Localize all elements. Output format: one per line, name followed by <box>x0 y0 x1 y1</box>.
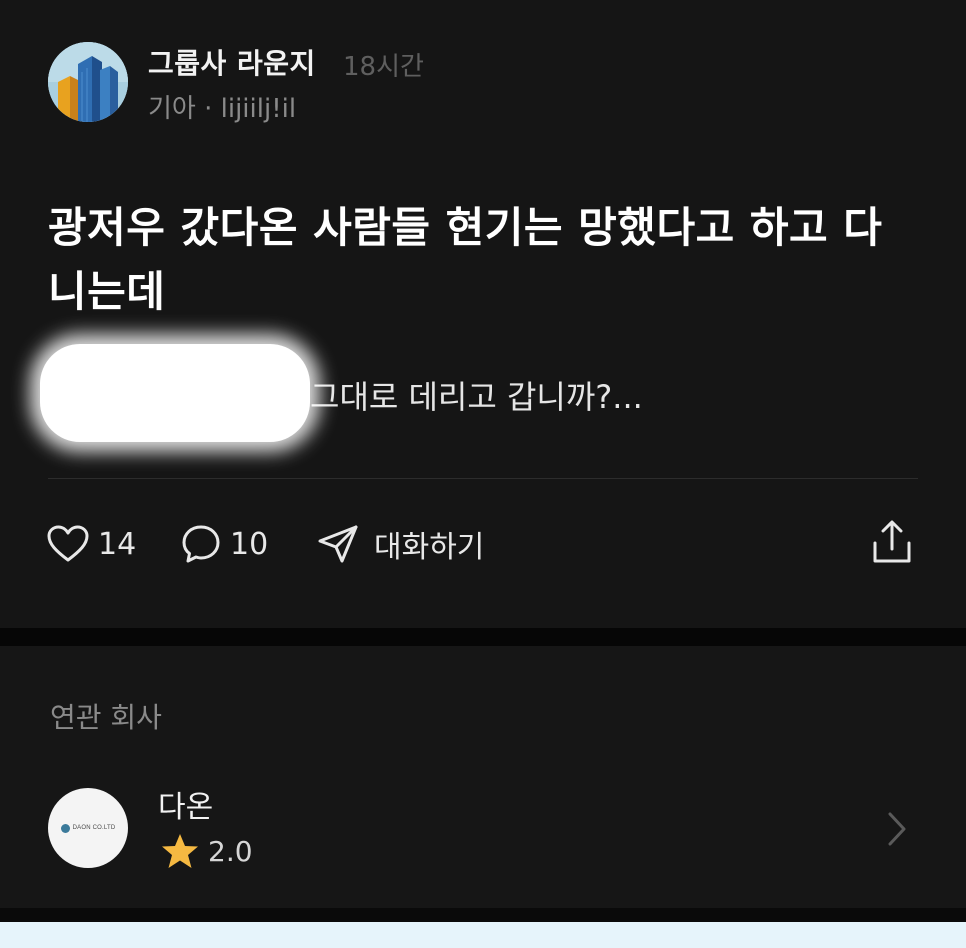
rating-value: 2.0 <box>208 834 253 868</box>
redaction-blur <box>40 344 310 442</box>
company-row-chevron[interactable] <box>884 810 910 852</box>
divider <box>48 478 918 479</box>
section-gap <box>0 628 966 646</box>
post-title[interactable]: 광저우 갔다온 사람들 현기는 망했다고 하고 다니는데 <box>48 196 908 324</box>
send-icon <box>318 525 358 563</box>
group-avatar[interactable] <box>48 42 128 122</box>
company-rating: 2.0 <box>160 832 253 870</box>
company-logo-mark <box>60 823 70 833</box>
related-section <box>0 646 966 908</box>
related-heading: 연관 회사 <box>50 701 162 734</box>
comment-icon <box>182 525 220 563</box>
company-logo-text: DAON CO.LTD <box>72 825 116 831</box>
avatar-buildings-image <box>48 42 128 122</box>
like-count: 14 <box>98 526 137 562</box>
comment-count: 10 <box>230 526 269 562</box>
post-time: 18시간 <box>343 52 424 82</box>
company-name[interactable]: 다온 <box>158 782 213 826</box>
like-button[interactable]: 14 <box>46 522 136 566</box>
company-logo[interactable]: DAON CO.LTD <box>48 788 128 868</box>
group-name[interactable]: 그룹사 라운지 <box>148 42 316 82</box>
excerpt-visible-text: 그대로 데리고 갑니까?... <box>310 378 643 416</box>
author-meta: 기아 · lijiilj!il <box>148 94 297 124</box>
share-icon <box>873 520 911 563</box>
heart-icon <box>47 525 89 562</box>
share-button[interactable] <box>870 520 914 564</box>
bottom-bar <box>0 922 966 948</box>
chevron-right-icon <box>888 812 906 846</box>
comment-button[interactable]: 10 <box>180 522 268 566</box>
chat-button[interactable]: 대화하기 <box>316 522 484 566</box>
chat-label: 대화하기 <box>374 530 485 565</box>
star-icon <box>162 834 198 868</box>
